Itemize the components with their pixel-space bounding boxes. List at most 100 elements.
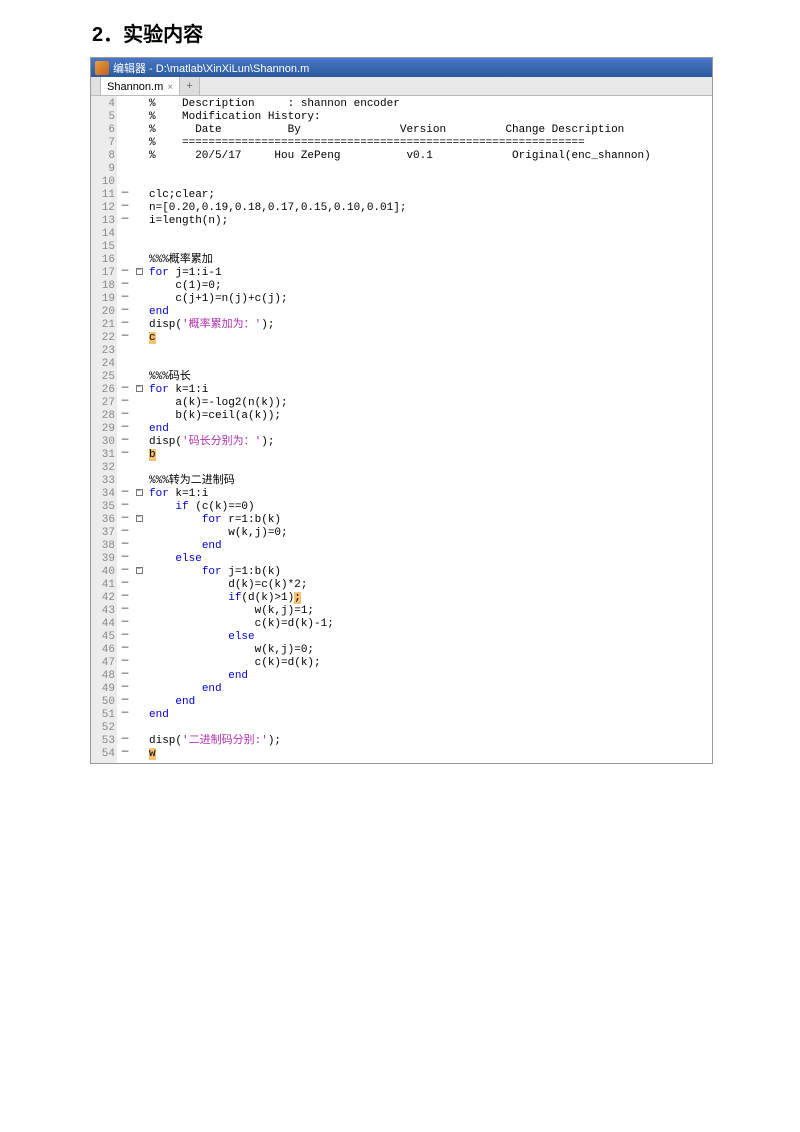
- dash-mark: [117, 122, 133, 135]
- code-area[interactable]: 4567891011121314151617181920212223242526…: [91, 96, 712, 763]
- dash-mark: [117, 135, 133, 148]
- dash-mark: —: [117, 733, 133, 746]
- dash-mark: —: [117, 551, 133, 564]
- code-line[interactable]: c(j+1)=n(j)+c(j);: [149, 293, 712, 306]
- dash-mark: —: [117, 499, 133, 512]
- code-line[interactable]: c(k)=d(k);: [149, 657, 712, 670]
- fold-mark[interactable]: −: [133, 486, 145, 499]
- code-line[interactable]: clc;clear;: [149, 189, 712, 202]
- code-line[interactable]: if(d(k)>1);: [149, 592, 712, 605]
- code-line[interactable]: [149, 228, 712, 241]
- code-line[interactable]: n=[0.20,0.19,0.18,0.17,0.15,0.10,0.01];: [149, 202, 712, 215]
- code-line[interactable]: [149, 241, 712, 254]
- dash-mark: —: [117, 265, 133, 278]
- close-icon[interactable]: ×: [167, 82, 173, 93]
- fold-mark: [133, 187, 145, 200]
- tab-handle[interactable]: [91, 77, 101, 95]
- fold-mark[interactable]: −: [133, 564, 145, 577]
- fold-mark: [133, 733, 145, 746]
- fold-mark: [133, 330, 145, 343]
- code-line[interactable]: w(k,j)=0;: [149, 644, 712, 657]
- dash-mark: —: [117, 577, 133, 590]
- code-line[interactable]: %%%概率累加: [149, 254, 712, 267]
- dash-mark: —: [117, 603, 133, 616]
- fold-minus-icon[interactable]: −: [136, 515, 143, 522]
- code-content[interactable]: % Description : shannon encoder% Modific…: [145, 96, 712, 763]
- code-line[interactable]: disp('码长分别为：');: [149, 436, 712, 449]
- line-number: 30: [91, 436, 117, 449]
- code-line[interactable]: c: [149, 332, 712, 345]
- code-line[interactable]: end: [149, 306, 712, 319]
- code-line[interactable]: else: [149, 631, 712, 644]
- code-line[interactable]: w: [149, 748, 712, 761]
- fold-mark: [133, 161, 145, 174]
- code-line[interactable]: [149, 345, 712, 358]
- code-line[interactable]: for k=1:i: [149, 384, 712, 397]
- line-number: 41: [91, 579, 117, 592]
- line-number: 33: [91, 475, 117, 488]
- code-line[interactable]: disp('二进制码分别:');: [149, 735, 712, 748]
- fold-mark: [133, 525, 145, 538]
- dash-mark: [117, 226, 133, 239]
- fold-mark[interactable]: −: [133, 512, 145, 525]
- dash-mark: —: [117, 330, 133, 343]
- code-line[interactable]: for j=1:b(k): [149, 566, 712, 579]
- code-line[interactable]: [149, 163, 712, 176]
- code-line[interactable]: % 20/5/17 Hou ZePeng v0.1 Original(enc_s…: [149, 150, 712, 163]
- code-line[interactable]: b(k)=ceil(a(k));: [149, 410, 712, 423]
- code-line[interactable]: end: [149, 540, 712, 553]
- code-line[interactable]: end: [149, 696, 712, 709]
- code-line[interactable]: disp('概率累加为：');: [149, 319, 712, 332]
- code-line[interactable]: b: [149, 449, 712, 462]
- fold-mark[interactable]: −: [133, 265, 145, 278]
- breakpoint-column[interactable]: ——— —————— —————— —————————————————— ——: [117, 96, 133, 763]
- line-number: 44: [91, 618, 117, 631]
- code-line[interactable]: end: [149, 683, 712, 696]
- code-line[interactable]: c(k)=d(k)-1;: [149, 618, 712, 631]
- code-line[interactable]: a(k)=-log2(n(k));: [149, 397, 712, 410]
- code-line[interactable]: % Date By Version Change Description: [149, 124, 712, 137]
- fold-column[interactable]: − − − − −: [133, 96, 145, 763]
- code-line[interactable]: [149, 176, 712, 189]
- fold-mark: [133, 122, 145, 135]
- code-line[interactable]: if (c(k)==0): [149, 501, 712, 514]
- code-line[interactable]: end: [149, 423, 712, 436]
- dash-mark: —: [117, 278, 133, 291]
- code-line[interactable]: %%%转为二进制码: [149, 475, 712, 488]
- code-line[interactable]: [149, 722, 712, 735]
- fold-mark: [133, 746, 145, 759]
- code-line[interactable]: [149, 358, 712, 371]
- code-line[interactable]: c(1)=0;: [149, 280, 712, 293]
- fold-minus-icon[interactable]: −: [136, 489, 143, 496]
- line-number: 53: [91, 735, 117, 748]
- fold-mark: [133, 278, 145, 291]
- code-line[interactable]: w(k,j)=1;: [149, 605, 712, 618]
- fold-mark[interactable]: −: [133, 382, 145, 395]
- line-number: 5: [91, 111, 117, 124]
- code-line[interactable]: end: [149, 670, 712, 683]
- code-line[interactable]: end: [149, 709, 712, 722]
- code-line[interactable]: for k=1:i: [149, 488, 712, 501]
- code-line[interactable]: d(k)=c(k)*2;: [149, 579, 712, 592]
- titlebar: 编辑器 - D:\matlab\XinXiLun\Shannon.m: [91, 58, 712, 77]
- line-number: 7: [91, 137, 117, 150]
- code-line[interactable]: else: [149, 553, 712, 566]
- fold-minus-icon[interactable]: −: [136, 567, 143, 574]
- code-line[interactable]: %%%码长: [149, 371, 712, 384]
- code-line[interactable]: % ======================================…: [149, 137, 712, 150]
- code-line[interactable]: w(k,j)=0;: [149, 527, 712, 540]
- code-line[interactable]: i=length(n);: [149, 215, 712, 228]
- code-line[interactable]: % Description : shannon encoder: [149, 98, 712, 111]
- line-number: 15: [91, 241, 117, 254]
- editor-window: 编辑器 - D:\matlab\XinXiLun\Shannon.m Shann…: [90, 57, 713, 764]
- code-line[interactable]: for r=1:b(k): [149, 514, 712, 527]
- code-line[interactable]: for j=1:i-1: [149, 267, 712, 280]
- code-line[interactable]: % Modification History:: [149, 111, 712, 124]
- add-tab-button[interactable]: +: [180, 77, 200, 95]
- code-line[interactable]: [149, 462, 712, 475]
- dash-mark: [117, 460, 133, 473]
- fold-minus-icon[interactable]: −: [136, 385, 143, 392]
- line-number: 47: [91, 657, 117, 670]
- tab-shannon[interactable]: Shannon.m ×: [101, 77, 180, 95]
- fold-minus-icon[interactable]: −: [136, 268, 143, 275]
